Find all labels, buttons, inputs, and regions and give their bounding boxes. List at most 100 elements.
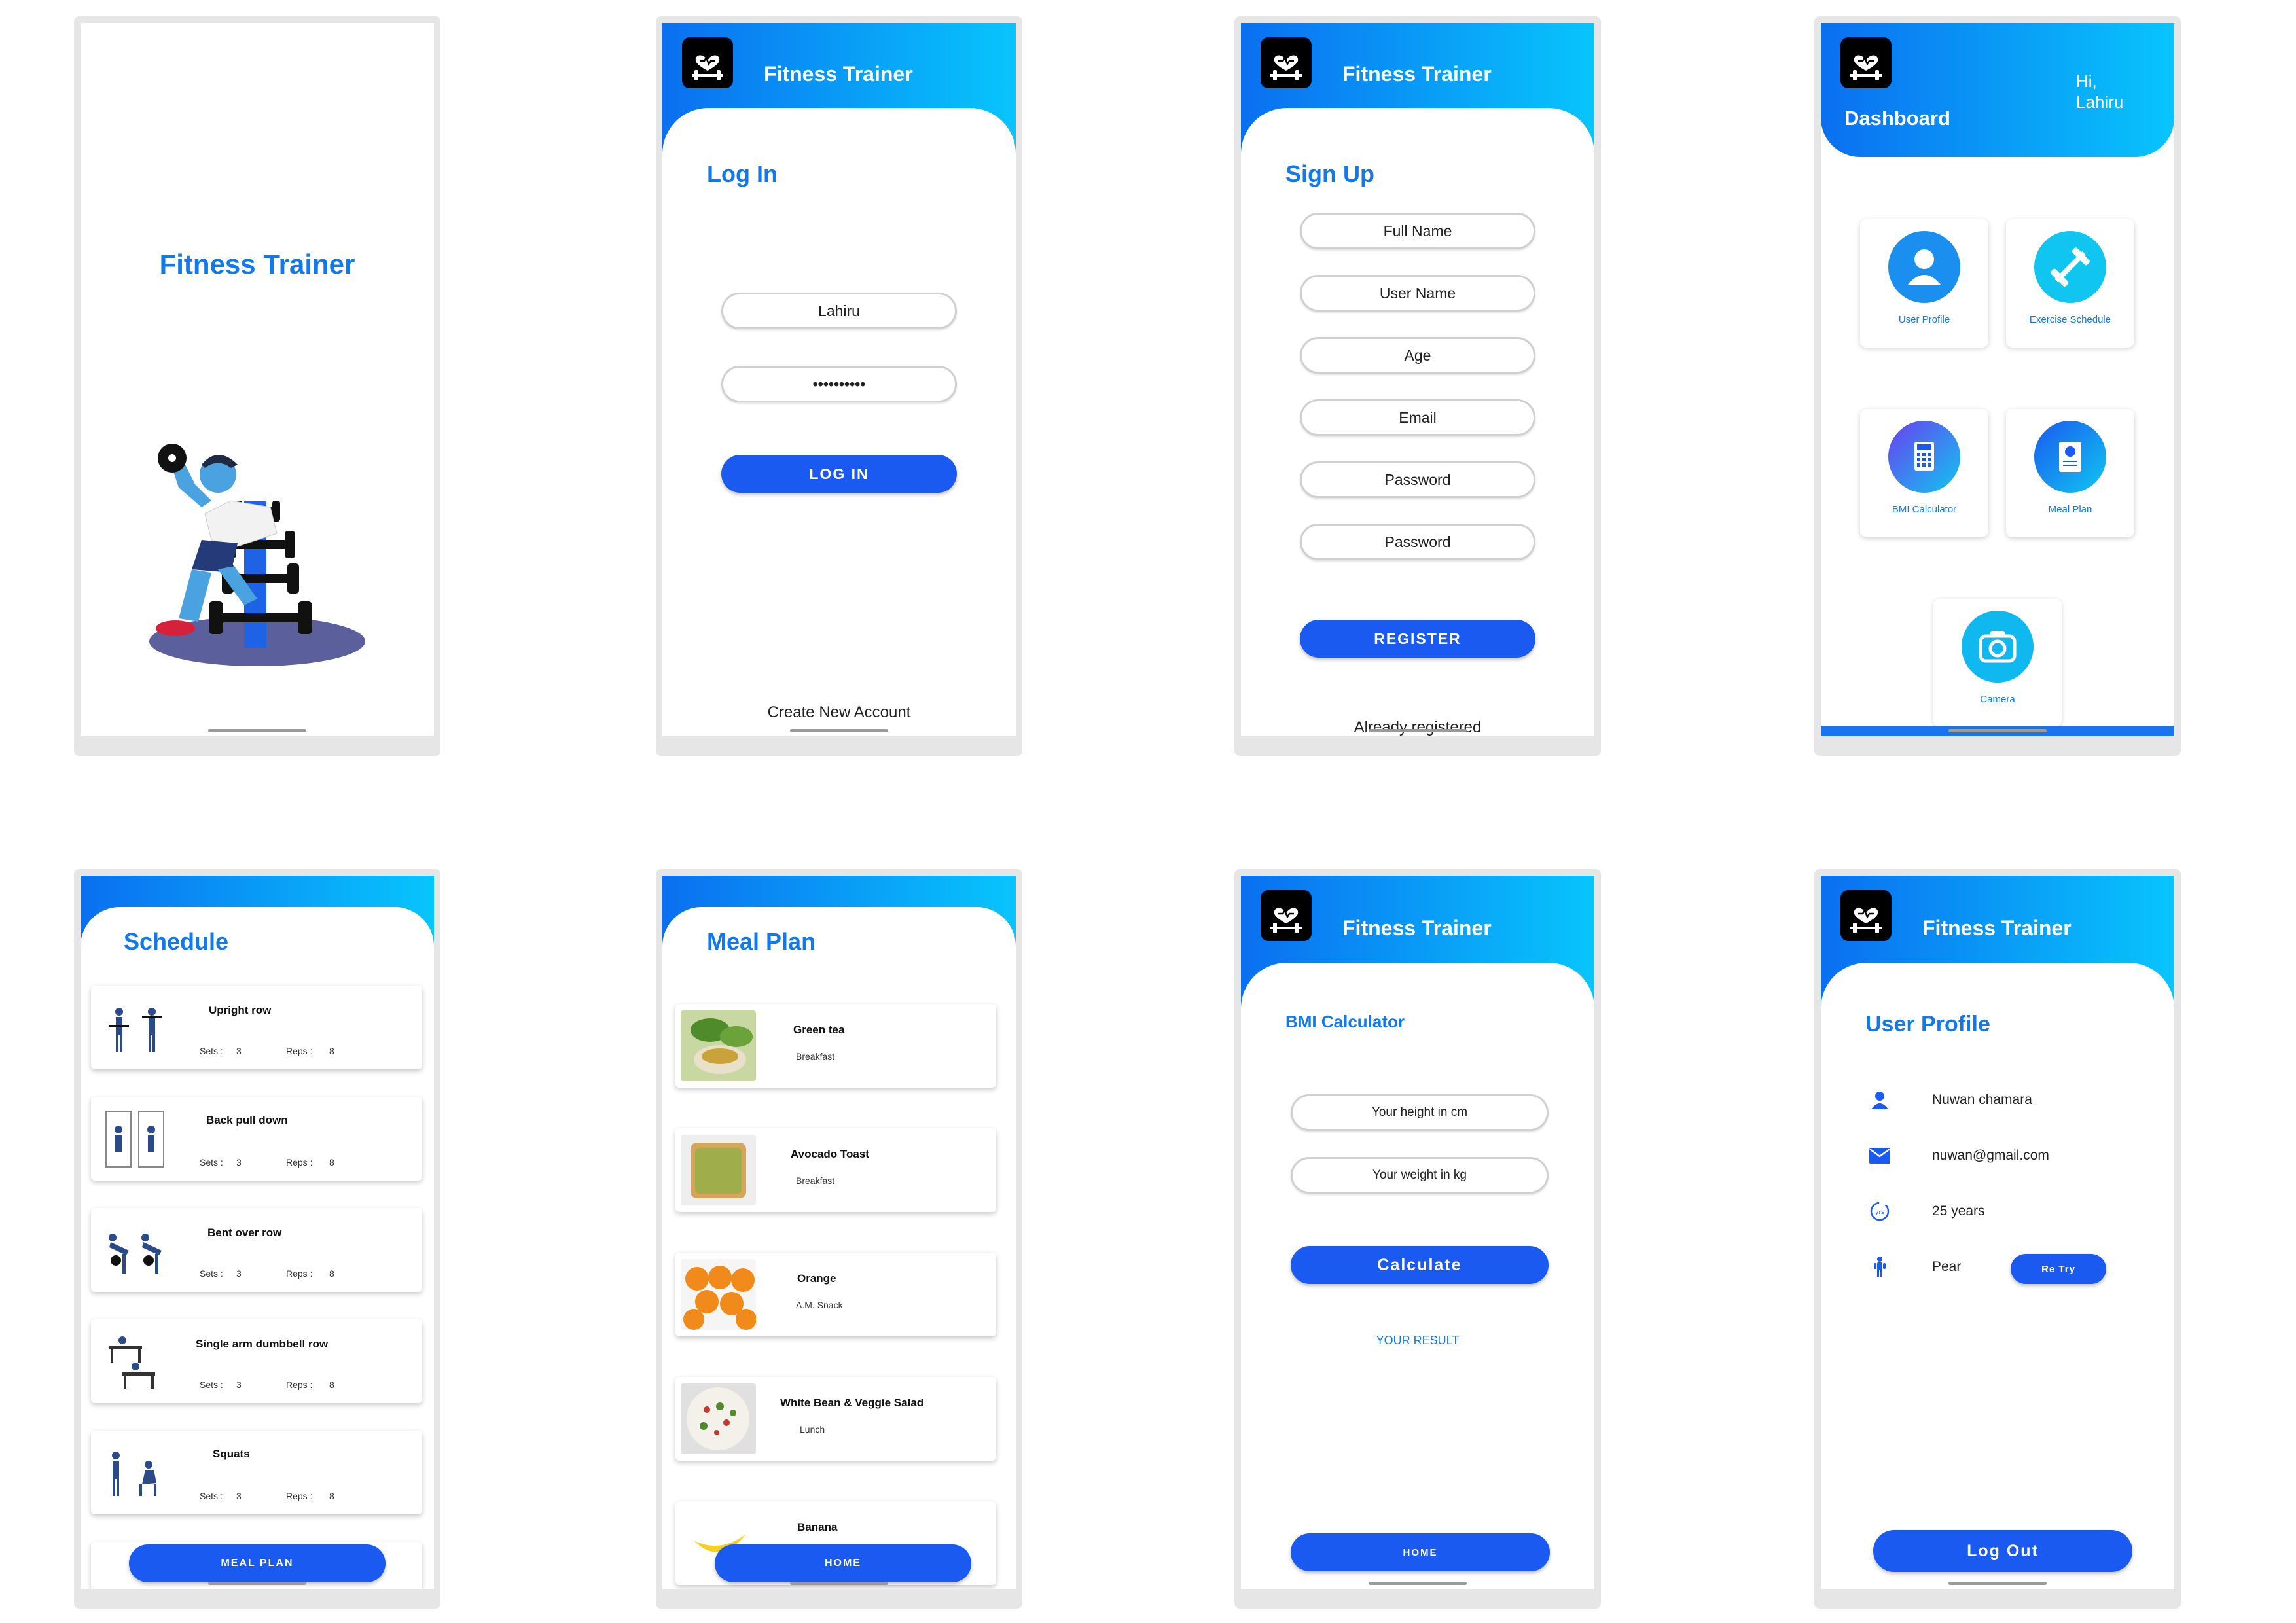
meal-name: Green tea <box>793 1024 845 1036</box>
exercise-card[interactable]: Upright row Sets : 3 Reps : 8 <box>91 986 422 1069</box>
exercise-name: Squats <box>213 1448 250 1460</box>
password-input[interactable]: •••••••••• <box>721 366 957 402</box>
meal-name: Avocado Toast <box>791 1148 869 1160</box>
schedule-screen: Schedule Upright row Sets : 3 Reps : 8 B… <box>74 869 440 1609</box>
header-title: Fitness Trainer <box>1922 916 2072 940</box>
camera-tile[interactable]: Camera <box>1933 599 2062 727</box>
logout-button[interactable]: Log Out <box>1873 1530 2132 1572</box>
sets-value: 3 <box>236 1491 242 1501</box>
sets-label: Sets : <box>200 1157 223 1168</box>
sets-value: 3 <box>236 1268 242 1279</box>
person-icon <box>1867 1087 1893 1113</box>
clipboard-icon <box>2034 421 2106 493</box>
home-indicator <box>790 1582 888 1585</box>
exercise-card[interactable]: Single arm dumbbell row Sets : 3 Reps : … <box>91 1319 422 1403</box>
exercise-thumbnail <box>96 1326 171 1397</box>
app-logo-icon <box>1261 37 1312 88</box>
reps-value: 8 <box>329 1380 334 1390</box>
page-title: Log In <box>707 160 778 187</box>
sets-value: 3 <box>236 1157 242 1168</box>
food-image <box>681 1010 756 1081</box>
meal-time: Breakfast <box>796 1051 835 1061</box>
home-button[interactable]: HOME <box>715 1544 971 1582</box>
age-icon: yrs <box>1867 1198 1893 1224</box>
dashboard-header: Dashboard Hi, Lahiru <box>1821 23 2174 157</box>
user-profile-tile[interactable]: User Profile <box>1860 219 1988 348</box>
home-indicator <box>1369 1582 1467 1585</box>
content-panel <box>662 108 1016 736</box>
home-indicator <box>1948 1582 2047 1585</box>
bmi-calculator-tile[interactable]: BMI Calculator <box>1860 409 1988 537</box>
reps-label: Reps : <box>286 1491 313 1501</box>
profile-email-row: nuwan@gmail.com <box>1867 1143 2142 1169</box>
camera-icon <box>1962 611 2034 683</box>
food-image <box>681 1259 756 1330</box>
user-name-input[interactable]: User Name <box>1300 275 1535 312</box>
sets-value: 3 <box>236 1380 242 1390</box>
meal-card[interactable]: Green tea Breakfast <box>675 1004 996 1088</box>
sets-label: Sets : <box>200 1268 223 1279</box>
exercise-card[interactable]: Back pull down Sets : 3 Reps : 8 <box>91 1097 422 1181</box>
username-input[interactable]: Lahiru <box>721 293 957 329</box>
exercise-card[interactable]: Bent over row Sets : 3 Reps : 8 <box>91 1208 422 1292</box>
reps-value: 8 <box>329 1268 334 1279</box>
full-name-input[interactable]: Full Name <box>1300 213 1535 249</box>
svg-text:yrs: yrs <box>1875 1209 1884 1216</box>
meal-card[interactable]: White Bean & Veggie Salad Lunch <box>675 1377 996 1461</box>
greeting-hi: Hi, <box>2076 71 2097 91</box>
tile-label: Exercise Schedule <box>2029 314 2111 325</box>
meal-plan-tile[interactable]: Meal Plan <box>2006 409 2134 537</box>
splash-screen: Fitness Trainer <box>74 16 440 756</box>
signup-screen: Fitness Trainer Sign Up Full Name User N… <box>1234 16 1601 756</box>
page-title: BMI Calculator <box>1285 1012 1405 1031</box>
fitness-illustration <box>139 402 375 677</box>
header-title: Fitness Trainer <box>1342 62 1492 86</box>
already-registered-link[interactable]: Already registered <box>1241 719 1594 736</box>
food-image <box>681 1383 756 1454</box>
weight-input[interactable]: Your weight in kg <box>1291 1157 1549 1194</box>
meal-plan-button[interactable]: MEAL PLAN <box>129 1544 386 1582</box>
meal-name: White Bean & Veggie Salad <box>780 1397 924 1409</box>
email-input[interactable]: Email <box>1300 399 1535 436</box>
login-button[interactable]: LOG IN <box>721 455 957 493</box>
retry-button[interactable]: Re Try <box>2011 1254 2106 1284</box>
reps-value: 8 <box>329 1157 334 1168</box>
exercise-card[interactable]: Squats Sets : 3 Reps : 8 <box>91 1431 422 1514</box>
tile-label: Meal Plan <box>2048 504 2092 515</box>
meal-card[interactable]: Orange A.M. Snack <box>675 1253 996 1336</box>
meal-name: Orange <box>797 1272 836 1285</box>
calculate-button[interactable]: Calculate <box>1291 1246 1549 1284</box>
splash-title: Fitness Trainer <box>159 249 355 279</box>
home-button[interactable]: HOME <box>1291 1533 1550 1571</box>
sets-value: 3 <box>236 1046 242 1056</box>
greeting-name: Lahiru <box>2076 92 2124 112</box>
create-account-link[interactable]: Create New Account <box>662 704 1016 722</box>
exercise-thumbnail <box>96 1103 171 1174</box>
reps-label: Reps : <box>286 1268 313 1279</box>
profile-email: nuwan@gmail.com <box>1932 1148 2049 1163</box>
home-indicator <box>208 729 306 732</box>
exercise-name: Upright row <box>209 1004 272 1016</box>
login-screen: Fitness Trainer Log In Lahiru ••••••••••… <box>656 16 1022 756</box>
meal-card[interactable]: Avocado Toast Breakfast <box>675 1128 996 1212</box>
tile-label: BMI Calculator <box>1892 504 1957 515</box>
exercise-thumbnail <box>96 1215 171 1285</box>
exercise-schedule-tile[interactable]: Exercise Schedule <box>2006 219 2134 348</box>
tile-label: Camera <box>1980 694 2015 705</box>
home-indicator <box>208 1582 306 1585</box>
height-input[interactable]: Your height in cm <box>1291 1094 1549 1131</box>
profile-name-row: Nuwan chamara <box>1867 1087 2142 1113</box>
dashboard-screen: Dashboard Hi, Lahiru User Profile Exerci… <box>1814 16 2181 756</box>
sets-label: Sets : <box>200 1380 223 1390</box>
app-logo-icon <box>1840 37 1892 88</box>
exercise-name: Single arm dumbbell row <box>196 1338 329 1350</box>
register-button[interactable]: REGISTER <box>1300 620 1535 658</box>
sets-label: Sets : <box>200 1491 223 1501</box>
profile-body-type: Pear <box>1932 1259 1962 1274</box>
age-input[interactable]: Age <box>1300 337 1535 374</box>
meal-time: Lunch <box>800 1424 825 1435</box>
reps-label: Reps : <box>286 1380 313 1390</box>
password-input[interactable]: Password <box>1300 461 1535 498</box>
exercise-name: Back pull down <box>206 1114 288 1126</box>
confirm-password-input[interactable]: Password <box>1300 524 1535 560</box>
